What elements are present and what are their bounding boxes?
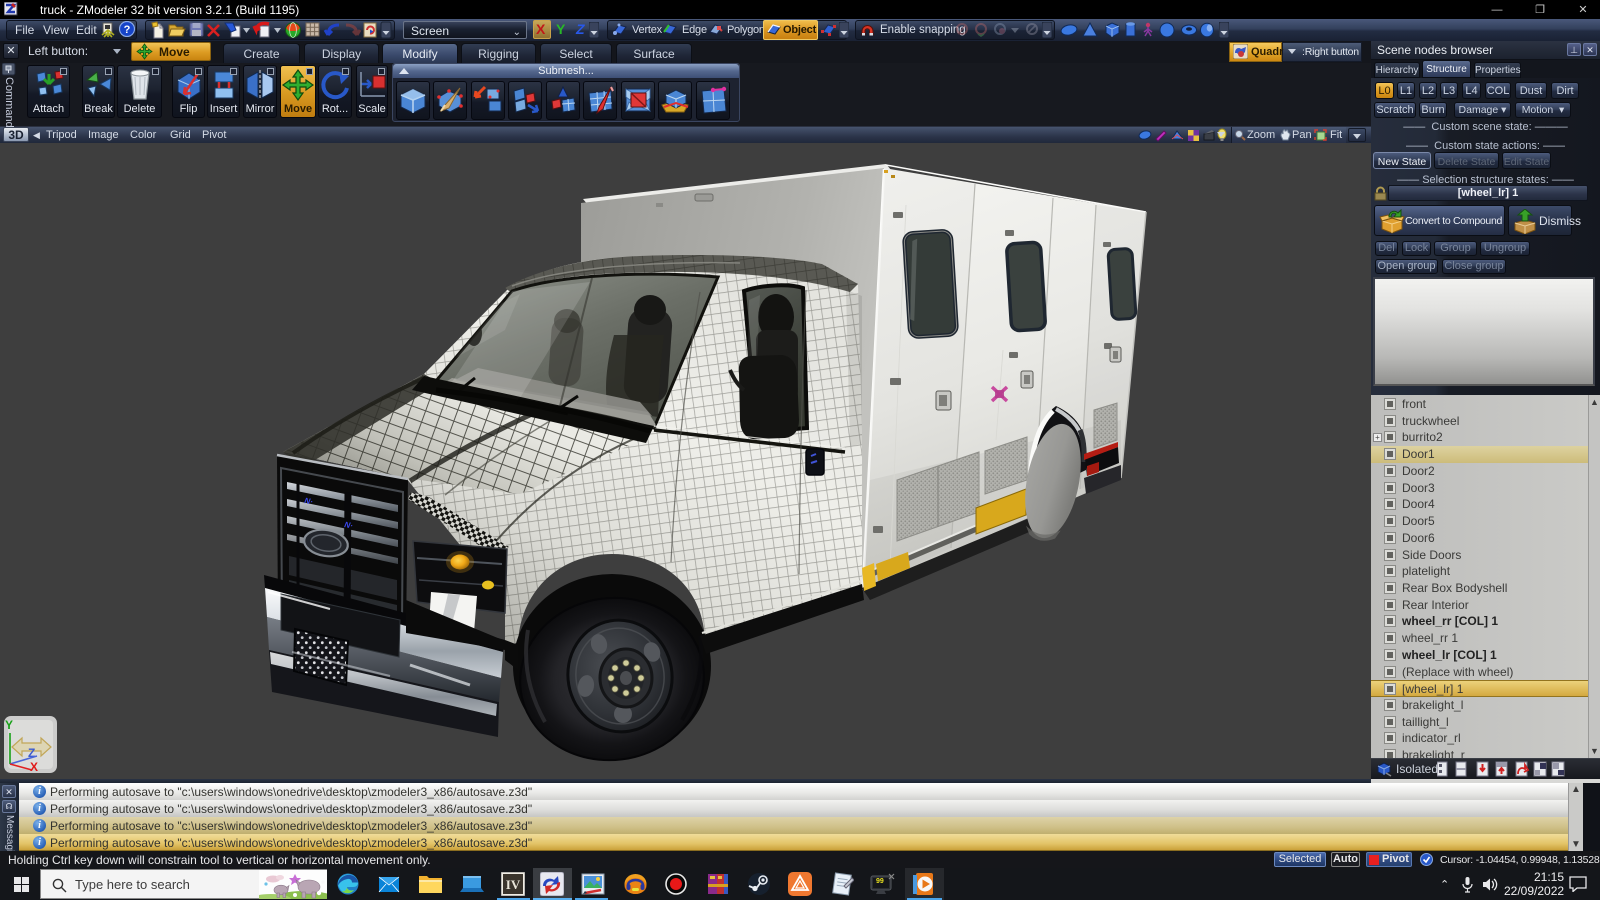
svg-text:?: ? <box>124 24 131 36</box>
svg-text:IV: IV <box>506 877 521 892</box>
svg-text:Y: Y <box>5 718 13 732</box>
svg-text:X: X <box>30 760 38 774</box>
svg-text:99: 99 <box>876 878 884 885</box>
